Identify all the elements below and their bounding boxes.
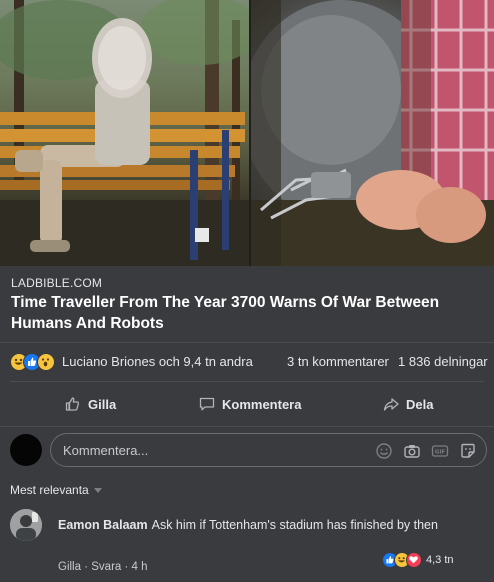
shares-count[interactable]: 1 836 delningar (398, 354, 488, 369)
comment-button-label: Kommentera (222, 396, 302, 412)
comment-reaction-count: 4,3 tn (426, 554, 454, 566)
caret-down-icon (93, 487, 102, 493)
sticker-icon[interactable] (459, 442, 477, 460)
like-button-label: Gilla (88, 396, 117, 412)
gif-icon[interactable]: GIF (431, 442, 449, 460)
post-image[interactable] (0, 0, 494, 266)
comment-text: Eamon Balaam Ask him if Tottenham's stadi… (58, 517, 438, 533)
share-arrow-icon (383, 398, 399, 411)
comment-button[interactable]: Kommentera (198, 392, 301, 416)
share-button[interactable]: Dela (382, 392, 433, 416)
thumbs-up-icon (65, 397, 80, 411)
like-button[interactable]: Gilla (64, 392, 116, 416)
comment-input[interactable] (63, 440, 363, 460)
comment-bubble-icon (199, 397, 215, 411)
comment-sort-dropdown[interactable]: Mest relevanta (10, 483, 102, 497)
avatar[interactable] (10, 434, 42, 466)
comment-composer: GIF (50, 433, 487, 467)
post-actions: Gilla Kommentera Dela (0, 382, 494, 426)
love-icon (406, 552, 422, 568)
bench-scene-graphic (0, 0, 249, 266)
comment-reply-link[interactable]: Svara (91, 561, 121, 573)
share-button-label: Dela (406, 396, 434, 412)
emoji-icon[interactable] (375, 442, 393, 460)
comment-sort-label: Mest relevanta (10, 483, 89, 497)
photo-right-device (251, 0, 494, 266)
reactors-text[interactable]: Luciano Briones och 9,4 tn andra (62, 354, 253, 369)
photo-left-bench (0, 0, 249, 266)
comment-reactions[interactable]: 4,3 tn (382, 551, 454, 569)
device-scene-graphic (251, 0, 494, 266)
comment-like-link[interactable]: Gilla (58, 561, 81, 573)
comments-count[interactable]: 3 tn kommentarer (287, 354, 389, 369)
link-preview[interactable]: LADBIBLE.COM Time Traveller From The Yea… (0, 266, 494, 342)
link-source: LADBIBLE.COM (11, 276, 103, 290)
avatar[interactable] (10, 509, 42, 541)
comment-timestamp[interactable]: 4 h (132, 561, 148, 573)
dot-separator: · (124, 561, 132, 573)
svg-text:GIF: GIF (435, 450, 446, 456)
reaction-icons[interactable] (10, 353, 62, 371)
divider (0, 426, 494, 427)
comment-author[interactable]: Eamon Balaam (58, 518, 148, 532)
link-headline[interactable]: Time Traveller From The Year 3700 Warns … (11, 292, 481, 334)
camera-icon[interactable] (403, 442, 421, 460)
avatar-photo (10, 509, 42, 541)
reactions-summary: Luciano Briones och 9,4 tn andra 3 tn ko… (0, 343, 494, 381)
comment-meta: Gilla · Svara · 4 h (58, 561, 148, 573)
wow-icon (37, 353, 55, 371)
comment-message: Ask him if Tottenham's stadium has finis… (151, 518, 438, 532)
